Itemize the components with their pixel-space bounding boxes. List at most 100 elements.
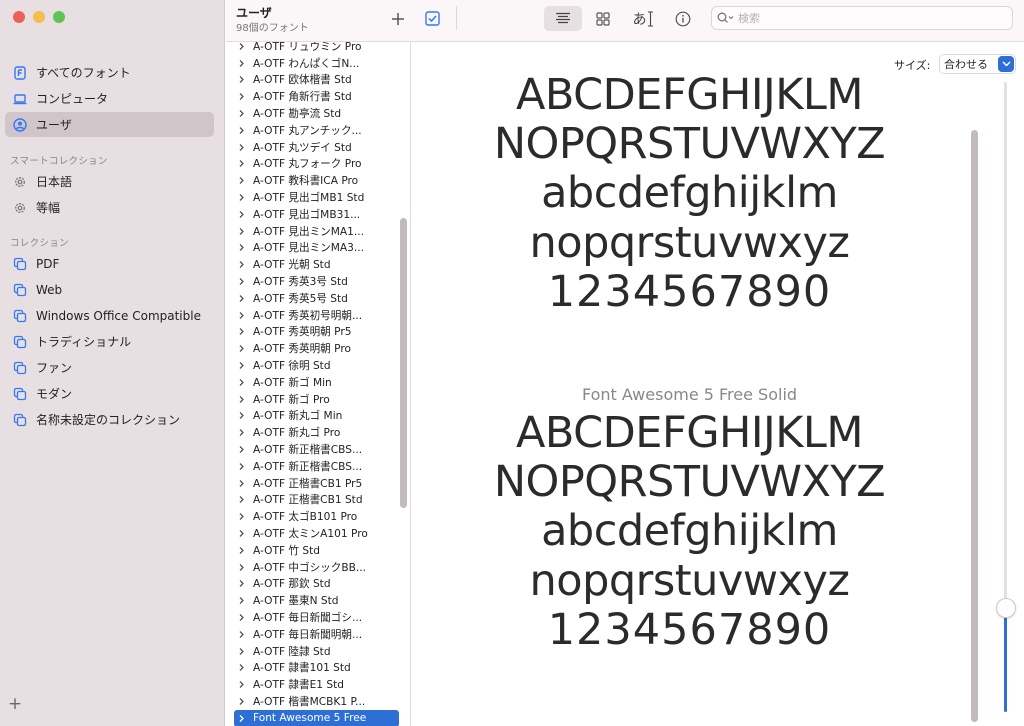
font-list-item[interactable]: A-OTF 正楷書CB1 Std <box>234 492 399 509</box>
font-list-item[interactable]: A-OTF 勘亭流 Std <box>234 105 399 122</box>
font-list-item[interactable]: A-OTF 見出ゴMB1 Std <box>234 189 399 206</box>
close-window-button[interactable] <box>13 11 25 23</box>
font-list-item[interactable]: A-OTF 秀英明朝 Pro <box>234 340 399 357</box>
font-list-item[interactable]: A-OTF 墨東N Std <box>234 592 399 609</box>
font-list-item[interactable]: A-OTF 中ゴシックBB... <box>234 559 399 576</box>
sidebar-item-computer[interactable]: コンピュータ <box>5 86 214 111</box>
font-list-item[interactable]: A-OTF わんぱくゴN... <box>234 55 399 72</box>
chevron-right-icon <box>239 681 244 689</box>
toolbar-separator <box>456 6 457 30</box>
font-list-item[interactable]: A-OTF 欧体楷書 Std <box>234 72 399 89</box>
font-list-item[interactable]: A-OTF 秀英明朝 Pr5 <box>234 324 399 341</box>
font-list-item[interactable]: A-OTF 新正楷書CBS... <box>234 441 399 458</box>
font-list-item[interactable]: A-OTF 秀英3号 Std <box>234 273 399 290</box>
sidebar-item-label: Web <box>36 282 63 297</box>
font-list-scrollbar[interactable] <box>400 218 407 508</box>
chevron-right-icon <box>239 395 244 403</box>
sample-lowercase-line-1: abcdefghijklm <box>541 168 838 218</box>
validate-font-button[interactable] <box>420 6 444 31</box>
font-list-item[interactable]: A-OTF 陸隷 Std <box>234 643 399 660</box>
font-name: A-OTF 太ミンA101 Pro <box>253 528 368 541</box>
font-name: A-OTF 角新行書 Std <box>253 91 352 104</box>
font-list-item[interactable]: A-OTF 丸ツデイ Std <box>234 139 399 156</box>
sidebar-item-label: ユーザ <box>36 118 72 132</box>
sidebar-item-label: 名称未設定のコレクション <box>36 413 181 427</box>
font-list-item[interactable]: A-OTF 新正楷書CBS... <box>234 458 399 475</box>
chevron-right-icon <box>239 110 244 118</box>
collection-icon <box>13 283 27 296</box>
sidebar-item-label: Windows Office Compatible <box>36 308 201 323</box>
sample-digits-line: 1234567890 <box>547 605 832 655</box>
font-list-item[interactable]: A-OTF 太ゴB101 Pro <box>234 508 399 525</box>
add-collection-button[interactable]: + <box>7 694 23 714</box>
font-list-item[interactable]: A-OTF 新丸ゴ Min <box>234 408 399 425</box>
sidebar-item-traditional[interactable]: トラディショナル <box>5 329 214 354</box>
sidebar-item-pdf[interactable]: PDF <box>5 251 214 276</box>
chevron-right-icon <box>239 177 244 185</box>
chevron-right-icon <box>239 261 244 269</box>
search-input[interactable] <box>738 11 988 25</box>
size-slider-knob[interactable] <box>996 598 1016 618</box>
sidebar-item-user[interactable]: ユーザ <box>5 112 214 137</box>
sidebar-item-windows-office-compatible[interactable]: Windows Office Compatible <box>5 303 214 328</box>
font-list-item[interactable]: A-OTF 毎日新聞ゴシ... <box>234 609 399 626</box>
font-list-item[interactable]: A-OTF 竹 Std <box>234 542 399 559</box>
font-list-item[interactable]: A-OTF 角新行書 Std <box>234 88 399 105</box>
font-name: A-OTF 秀英明朝 Pr5 <box>253 326 352 339</box>
zoom-window-button[interactable] <box>53 11 65 23</box>
font-list-item[interactable]: A-OTF 光朝 Std <box>234 256 399 273</box>
font-name: A-OTF 欧体楷書 Std <box>253 74 352 87</box>
font-list-item[interactable]: A-OTF 新ゴ Min <box>234 374 399 391</box>
chevron-right-icon <box>239 59 244 67</box>
font-list-item[interactable]: A-OTF 見出ミンMA1... <box>234 223 399 240</box>
font-list-item[interactable]: A-OTF 丸フォーク Pro <box>234 156 399 173</box>
add-font-button[interactable] <box>386 6 410 31</box>
chevron-right-icon <box>239 429 244 437</box>
font-list-item[interactable]: A-OTF リュウミン Pro <box>234 42 399 55</box>
sidebar-item-all-fonts[interactable]: すべてのフォント <box>5 60 214 85</box>
font-list-item[interactable]: A-OTF 那欽 Std <box>234 576 399 593</box>
font-list-item[interactable]: A-OTF 毎日新聞明朝... <box>234 626 399 643</box>
search-icon <box>717 12 734 23</box>
font-list[interactable]: A-OTF リュウミン Pro A-OTF わんぱくゴN... A-OTF 欧体楷書… <box>226 42 411 726</box>
font-list-item[interactable]: A-OTF 見出ゴMB31... <box>234 206 399 223</box>
font-list-item[interactable]: A-OTF 隷書E1 Std <box>234 676 399 693</box>
font-list-item[interactable]: A-OTF 教科書ICA Pro <box>234 172 399 189</box>
chevron-right-icon <box>239 580 244 588</box>
sample-view-button[interactable] <box>544 6 582 31</box>
preview-scrollbar[interactable] <box>971 130 978 722</box>
font-name: A-OTF 竹 Std <box>253 544 320 557</box>
font-list-item[interactable]: A-OTF 秀英初号明朝... <box>234 307 399 324</box>
sidebar-item-fun[interactable]: ファン <box>5 355 214 380</box>
sidebar-item-modern[interactable]: モダン <box>5 381 214 406</box>
sidebar-item-web[interactable]: Web <box>5 277 214 302</box>
grid-view-button[interactable] <box>590 6 616 31</box>
font-name: A-OTF 秀英5号 Std <box>253 292 348 305</box>
sidebar-item-japanese[interactable]: 日本語 <box>5 169 214 194</box>
sidebar-item-untitled-collection[interactable]: 名称未設定のコレクション <box>5 407 214 432</box>
character-view-button[interactable]: あ <box>630 6 656 31</box>
font-list-item[interactable]: A-OTF 見出ミンMA3... <box>234 240 399 257</box>
minimize-window-button[interactable] <box>33 11 45 23</box>
grid-icon <box>596 11 610 26</box>
font-list-item[interactable]: A-OTF 新ゴ Pro <box>234 391 399 408</box>
font-list-item[interactable]: A-OTF 太ミンA101 Pro <box>234 525 399 542</box>
font-name: A-OTF 秀英初号明朝... <box>253 309 363 322</box>
font-list-item[interactable]: A-OTF 楷書MCBK1 P... <box>234 693 399 710</box>
font-name: A-OTF 那欽 Std <box>253 578 331 591</box>
info-button[interactable] <box>670 6 696 31</box>
collection-icon <box>13 413 27 426</box>
font-name: A-OTF リュウミン Pro <box>253 42 362 53</box>
font-list-item[interactable]: A-OTF 徐明 Std <box>234 357 399 374</box>
chevron-right-icon <box>239 462 244 470</box>
chevron-down-icon <box>998 56 1014 72</box>
search-field[interactable] <box>711 6 1013 30</box>
font-list-item[interactable]: A-OTF 新丸ゴ Pro <box>234 424 399 441</box>
sidebar-item-monospace[interactable]: 等幅 <box>5 195 214 220</box>
font-list-item[interactable]: Font Awesome 5 Free <box>234 710 399 726</box>
font-list-item[interactable]: A-OTF 秀英5号 Std <box>234 290 399 307</box>
font-name: A-OTF 秀英3号 Std <box>253 276 348 289</box>
font-list-item[interactable]: A-OTF 正楷書CB1 Pr5 <box>234 475 399 492</box>
font-list-item[interactable]: A-OTF 隷書101 Std <box>234 660 399 677</box>
font-list-item[interactable]: A-OTF 丸アンチック... <box>234 122 399 139</box>
